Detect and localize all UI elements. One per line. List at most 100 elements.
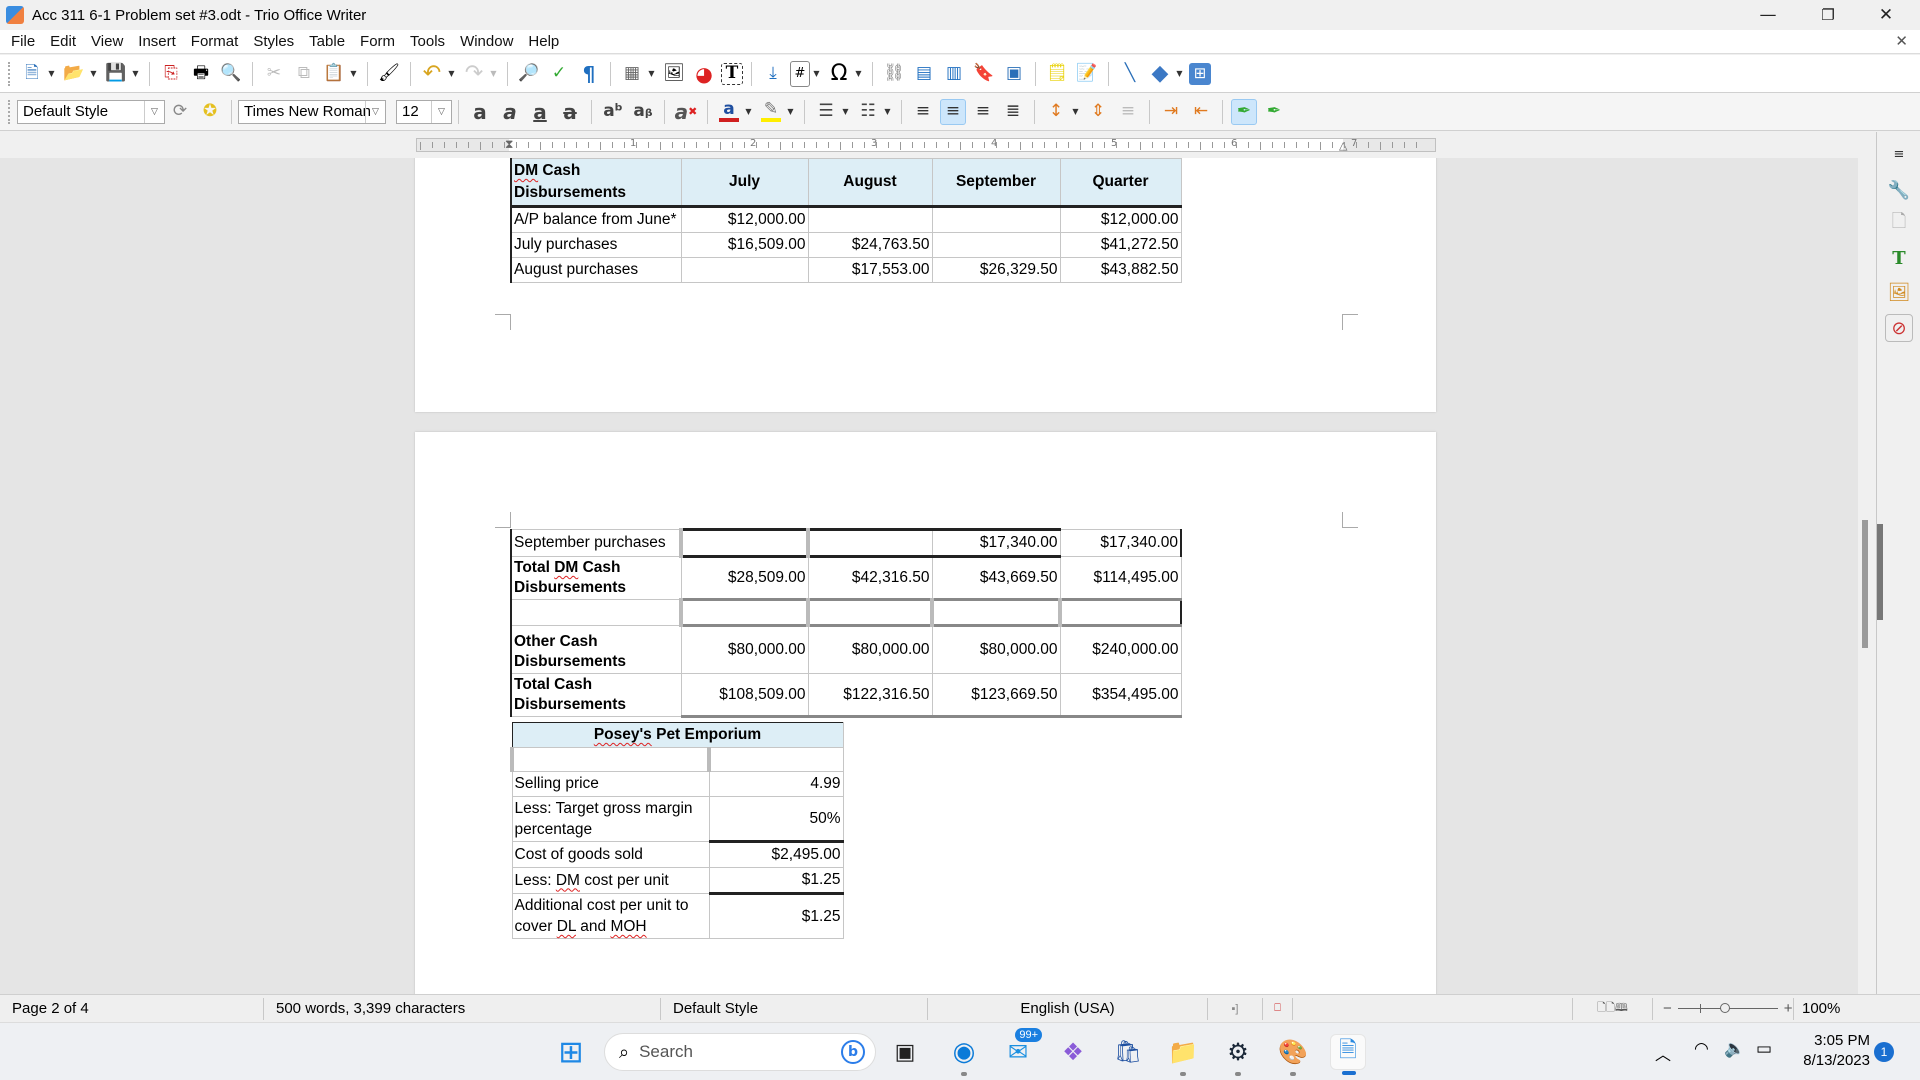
- header-cell[interactable]: DM Cash Disbursements: [510, 158, 682, 208]
- insert-chart-icon[interactable]: ◕: [691, 61, 717, 87]
- sidebar-menu-icon[interactable]: ≡: [1887, 142, 1911, 166]
- increase-indent-icon[interactable]: ⇥: [1158, 99, 1184, 125]
- minimize-button[interactable]: —: [1740, 0, 1796, 30]
- navigator-icon[interactable]: ⊘: [1885, 314, 1913, 342]
- page-style[interactable]: Default Style: [661, 997, 928, 1020]
- chevron-down-icon[interactable]: ▽: [365, 100, 385, 123]
- row-label[interactable]: Other Cash Disbursements: [510, 625, 682, 674]
- header-cell[interactable]: September: [931, 158, 1061, 208]
- special-character-icon[interactable]: Ω: [826, 61, 852, 87]
- endnote-icon[interactable]: ▥: [941, 61, 967, 87]
- paste-icon[interactable]: 📋: [321, 61, 347, 87]
- insert-textbox-icon[interactable]: T: [721, 62, 743, 85]
- bold-icon[interactable]: a: [467, 99, 493, 125]
- notification-badge[interactable]: 1: [1874, 1042, 1894, 1062]
- table-cell[interactable]: $24,763.50: [807, 232, 933, 258]
- clear-formatting-icon[interactable]: a ✖: [673, 99, 699, 125]
- table-cell[interactable]: $12,000.00: [1059, 206, 1182, 233]
- special-character-dropdown-icon[interactable]: ▼: [854, 69, 863, 78]
- cross-reference-icon[interactable]: ▣: [1001, 61, 1027, 87]
- table-cell[interactable]: [679, 528, 809, 558]
- table-cell[interactable]: $16,509.00: [680, 232, 809, 258]
- menu-styles[interactable]: Styles: [246, 33, 302, 50]
- zoom-knob[interactable]: [1720, 1003, 1731, 1013]
- italic-icon[interactable]: a: [497, 99, 523, 125]
- table-title[interactable]: Posey's Pet Emporium: [511, 722, 844, 748]
- menu-table[interactable]: Table: [302, 33, 353, 50]
- volume-icon[interactable]: 🔈: [1724, 1039, 1745, 1059]
- new-style-icon[interactable]: ✪: [197, 99, 223, 125]
- spellcheck-icon[interactable]: ✓: [546, 61, 572, 87]
- document-modified-icon[interactable]: ⎕: [1263, 997, 1293, 1020]
- numbered-list-icon[interactable]: ☷: [855, 99, 881, 125]
- sidebar-collapse-handle[interactable]: [1877, 524, 1883, 620]
- row-label[interactable]: [510, 599, 682, 626]
- zoom-slider[interactable]: − +: [1653, 1000, 1793, 1017]
- language[interactable]: English (USA): [928, 997, 1208, 1020]
- bullet-list-dropdown-icon[interactable]: ▼: [841, 107, 850, 116]
- paste-dropdown-icon[interactable]: ▼: [349, 69, 358, 78]
- store-icon[interactable]: 🛍: [1110, 1034, 1146, 1070]
- shapes-dropdown-icon[interactable]: ▼: [1175, 69, 1184, 78]
- menu-insert[interactable]: Insert: [131, 33, 184, 50]
- table-dropdown-icon[interactable]: ▼: [647, 69, 656, 78]
- align-center-icon[interactable]: ≡: [940, 98, 966, 125]
- justify-icon[interactable]: ≣: [1000, 99, 1026, 125]
- line-icon[interactable]: ╲: [1117, 61, 1143, 87]
- row-label[interactable]: Additional cost per unit to cover DL and …: [511, 893, 710, 939]
- header-cell[interactable]: August: [807, 158, 933, 208]
- table-cell[interactable]: $114,495.00: [1059, 556, 1182, 601]
- superscript-icon[interactable]: aᵇ: [600, 99, 626, 125]
- line-spacing-icon[interactable]: ↕: [1043, 99, 1069, 125]
- right-to-left-icon[interactable]: ✒: [1261, 99, 1287, 125]
- table-cell[interactable]: [931, 206, 1061, 233]
- table-cell[interactable]: 4.99: [708, 771, 844, 797]
- vertical-scrollbar[interactable]: [1858, 158, 1876, 994]
- chevron-down-icon[interactable]: ▽: [431, 100, 451, 123]
- redo-dropdown-icon[interactable]: ▼: [489, 69, 498, 78]
- insert-page-break-icon[interactable]: ⤓: [760, 61, 786, 87]
- close-button[interactable]: ✕: [1858, 0, 1914, 30]
- menu-view[interactable]: View: [84, 33, 131, 50]
- font-color-icon[interactable]: a: [716, 99, 742, 125]
- update-style-icon[interactable]: ⟳: [167, 99, 193, 125]
- bing-icon[interactable]: b: [841, 1040, 865, 1064]
- basic-shapes-icon[interactable]: ◆: [1147, 61, 1173, 87]
- start-icon[interactable]: ⊞: [553, 1034, 589, 1070]
- decrease-indent-icon[interactable]: ⇤: [1188, 99, 1214, 125]
- wifi-icon[interactable]: ◠: [1694, 1039, 1709, 1059]
- align-right-icon[interactable]: ≡: [970, 99, 996, 125]
- table-cell[interactable]: $240,000.00: [1059, 625, 1182, 674]
- table-cell[interactable]: $108,509.00: [680, 673, 809, 718]
- numbered-list-dropdown-icon[interactable]: ▼: [883, 107, 892, 116]
- highlight-dropdown-icon[interactable]: ▼: [786, 107, 795, 116]
- bullet-list-icon[interactable]: ☰: [813, 99, 839, 125]
- strikethrough-icon[interactable]: a: [557, 99, 583, 125]
- menu-edit[interactable]: Edit: [43, 33, 84, 50]
- zoom-in-button[interactable]: +: [1784, 1000, 1793, 1017]
- table-cell[interactable]: $42,316.50: [807, 556, 933, 601]
- document-canvas[interactable]: DM Cash Disbursements July August Septemb…: [0, 158, 1860, 994]
- clone-formatting-icon[interactable]: 🖌: [376, 61, 402, 87]
- styles-icon[interactable]: T: [1887, 246, 1911, 270]
- table-cell[interactable]: $41,272.50: [1059, 232, 1182, 258]
- draw-functions-icon[interactable]: ⊞: [1189, 62, 1211, 85]
- restore-button[interactable]: ❐: [1800, 0, 1856, 30]
- row-label[interactable]: Less: DM cost per unit: [511, 867, 710, 894]
- zoom-level[interactable]: 100%: [1793, 997, 1843, 1020]
- table-cell[interactable]: $17,553.00: [807, 257, 933, 283]
- new-document-icon[interactable]: 🗎: [19, 61, 45, 87]
- print-icon[interactable]: 🖶: [188, 61, 214, 87]
- row-label[interactable]: August purchases: [510, 257, 682, 283]
- increase-paragraph-spacing-icon[interactable]: ⇕: [1085, 99, 1111, 125]
- line-spacing-dropdown-icon[interactable]: ▼: [1071, 107, 1080, 116]
- header-cell[interactable]: Quarter: [1059, 158, 1182, 208]
- decrease-paragraph-spacing-icon[interactable]: ≡: [1115, 99, 1141, 125]
- open-icon[interactable]: 📂: [61, 61, 87, 87]
- print-preview-icon[interactable]: 🔍: [218, 61, 244, 87]
- table-cell[interactable]: $2,495.00: [708, 841, 844, 868]
- row-label[interactable]: Less: Target gross margin percentage: [511, 796, 710, 842]
- row-label[interactable]: September purchases: [510, 529, 682, 557]
- table-cell[interactable]: $122,316.50: [807, 673, 933, 718]
- table-cell[interactable]: [930, 599, 1061, 627]
